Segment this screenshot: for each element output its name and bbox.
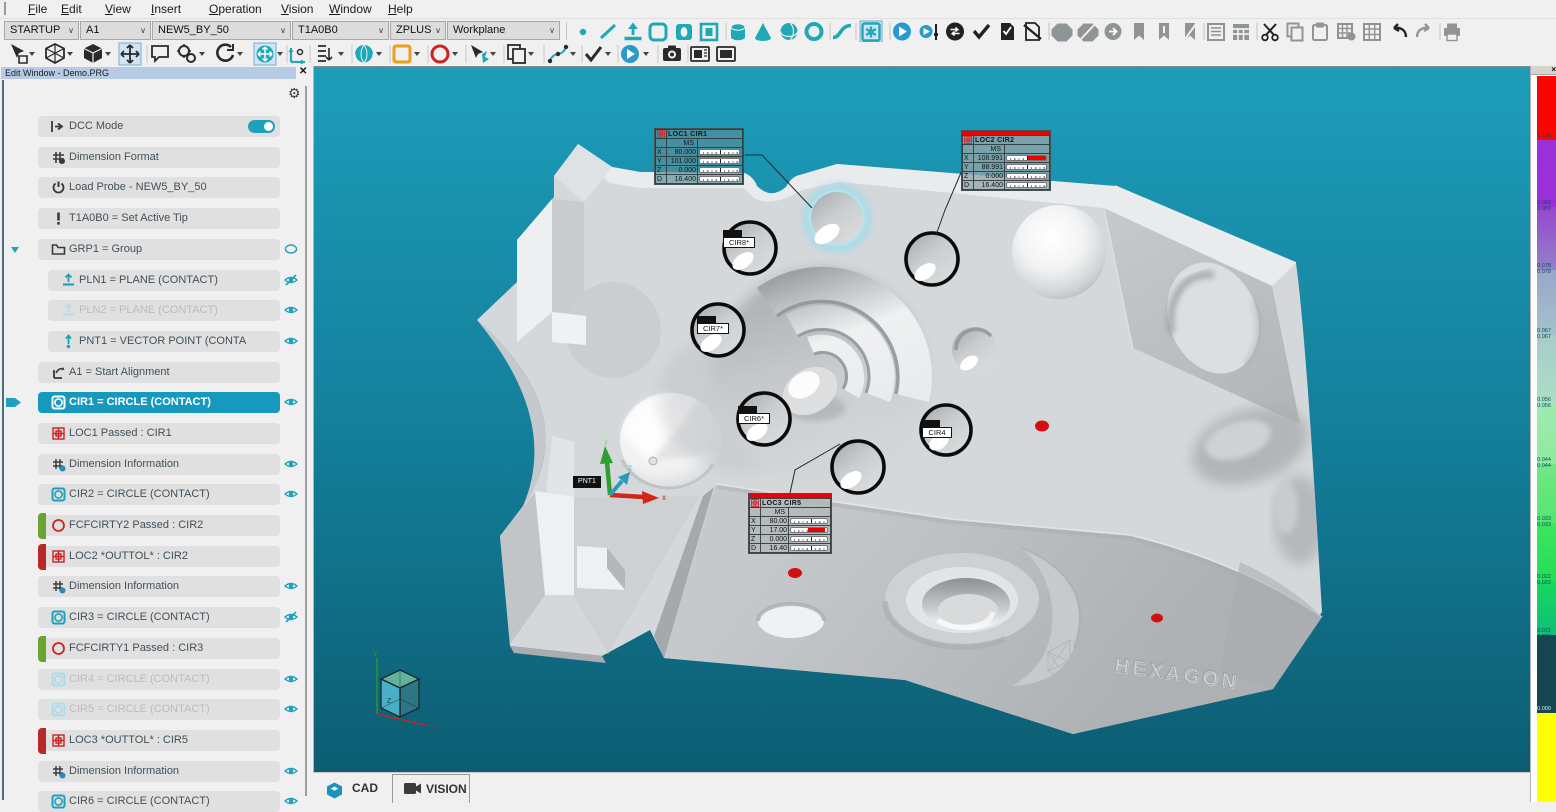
svg-text:x: x: [662, 493, 666, 502]
svg-text:y: y: [604, 437, 608, 446]
svg-text:z: z: [628, 463, 632, 472]
svg-text:X: X: [432, 725, 437, 732]
svg-text:Y: Y: [373, 651, 378, 658]
svg-text:Z: Z: [387, 698, 392, 705]
